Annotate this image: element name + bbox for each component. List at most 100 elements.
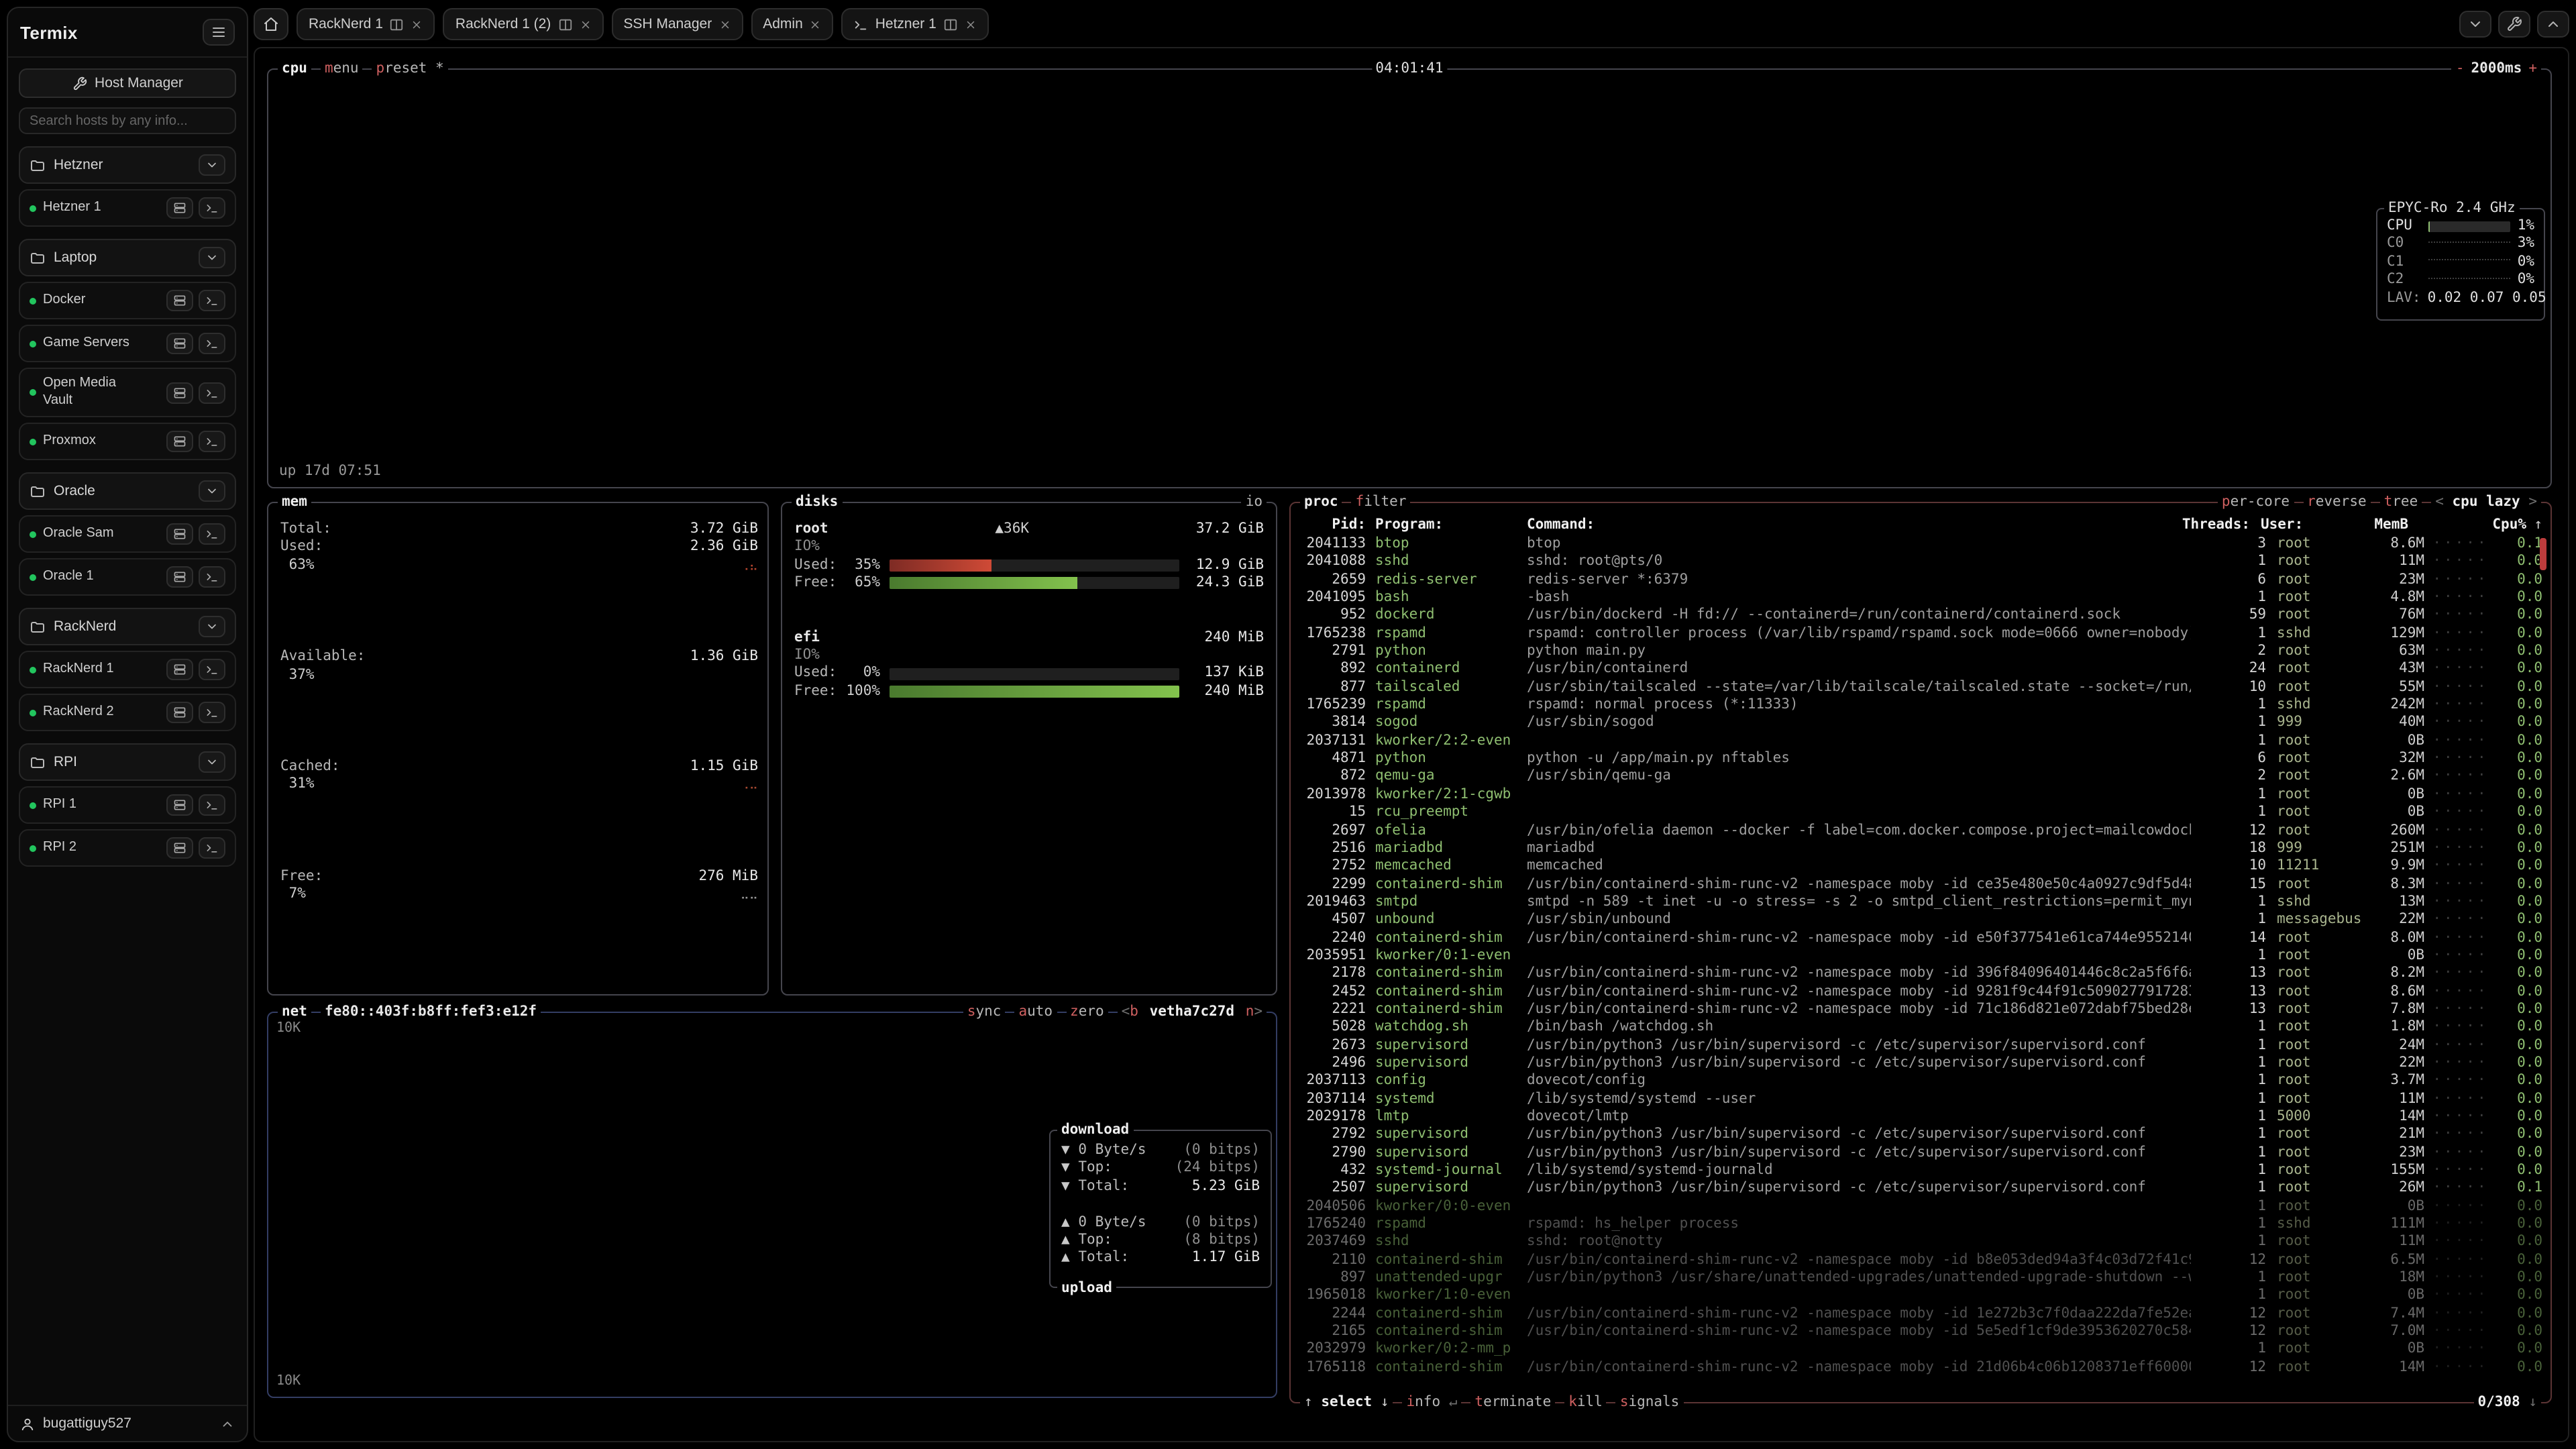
- proc-row[interactable]: 2013978kworker/2:1-cgwb1root0B·····0.0: [1299, 786, 2542, 804]
- proc-row[interactable]: 952dockerd/usr/bin/dockerd -H fd:// --co…: [1299, 607, 2542, 625]
- proc-row[interactable]: 2790supervisord/usr/bin/python3 /usr/bin…: [1299, 1144, 2542, 1162]
- host-stats-button[interactable]: [166, 659, 193, 680]
- proc-row[interactable]: 4507unbound/usr/sbin/unbound1messagebus2…: [1299, 911, 2542, 929]
- search-input[interactable]: [19, 107, 236, 134]
- threads-header[interactable]: Threads:: [2175, 517, 2250, 533]
- proc-reverse-toggle[interactable]: reverse: [2303, 494, 2371, 511]
- group-header-racknerd[interactable]: RackNerd: [19, 608, 236, 645]
- proc-kill-button[interactable]: kill: [1564, 1394, 1607, 1411]
- terminal-screen[interactable]: cpu menu preset * 04:01:41 -2000ms+ EPYC…: [254, 47, 2569, 1442]
- host-terminal-button[interactable]: [199, 290, 225, 311]
- proc-row[interactable]: 2507supervisord/usr/bin/python3 /usr/bin…: [1299, 1180, 2542, 1198]
- group-collapse-button[interactable]: [199, 247, 225, 268]
- program-header[interactable]: Program:: [1366, 517, 1516, 533]
- split-view-button[interactable]: [390, 17, 405, 32]
- group-collapse-button[interactable]: [199, 154, 225, 176]
- user-header[interactable]: User:: [2250, 517, 2352, 533]
- proc-row[interactable]: 872qemu-ga/usr/sbin/qemu-ga2root2.6M····…: [1299, 768, 2542, 786]
- interval-increase-button[interactable]: +: [2528, 60, 2537, 76]
- host-terminal-button[interactable]: [199, 837, 225, 859]
- proc-row[interactable]: 2035951kworker/0:1-even1root0B·····0.0: [1299, 947, 2542, 965]
- host-stats-button[interactable]: [166, 431, 193, 452]
- tab-close-button[interactable]: [411, 18, 423, 30]
- proc-select-control[interactable]: ↑ select ↓: [1300, 1394, 1393, 1411]
- command-header[interactable]: Command:: [1516, 517, 2175, 533]
- host-row-docker[interactable]: Docker: [19, 282, 236, 319]
- host-stats-button[interactable]: [166, 794, 193, 816]
- group-collapse-button[interactable]: [199, 480, 225, 502]
- net-interface-selector[interactable]: <b vetha7c27d n>: [1118, 1004, 1267, 1021]
- split-view-button[interactable]: [943, 17, 958, 32]
- host-terminal-button[interactable]: [199, 197, 225, 219]
- host-row-racknerd-1[interactable]: RackNerd 1: [19, 651, 236, 688]
- tab-close-button[interactable]: [965, 18, 977, 30]
- prev-interface-key[interactable]: b: [1130, 1004, 1138, 1020]
- proc-row[interactable]: 2037114systemd/lib/systemd/systemd --use…: [1299, 1090, 2542, 1108]
- interval-decrease-button[interactable]: -: [2456, 60, 2465, 76]
- collapse-tabs-button[interactable]: [2537, 11, 2569, 38]
- host-stats-button[interactable]: [166, 197, 193, 219]
- tab-racknerd-1-2[interactable]: RackNerd 1 (2): [443, 8, 603, 40]
- host-terminal-button[interactable]: [199, 523, 225, 545]
- host-row-oracle-sam[interactable]: Oracle Sam: [19, 515, 236, 553]
- tab-close-button[interactable]: [810, 18, 822, 30]
- proc-row[interactable]: 4871pythonpython -u /app/main.py nftable…: [1299, 750, 2542, 768]
- host-row-oracle-1[interactable]: Oracle 1: [19, 558, 236, 596]
- proc-row[interactable]: 2019463smtpdsmtpd -n 589 -t inet -u -o s…: [1299, 894, 2542, 912]
- proc-row[interactable]: 2041088sshdsshd: root@pts/01root11M·····…: [1299, 553, 2542, 572]
- user-menu[interactable]: bugattiguy527: [8, 1405, 247, 1441]
- host-row-open-media-vault[interactable]: Open Media Vault: [19, 368, 236, 417]
- proc-row[interactable]: 3814sogod/usr/sbin/sogod199940M·····0.0: [1299, 714, 2542, 733]
- proc-row[interactable]: 5028watchdog.sh/bin/bash /watchdog.sh1ro…: [1299, 1019, 2542, 1037]
- net-auto-button[interactable]: auto: [1014, 1004, 1057, 1021]
- proc-row[interactable]: 2516mariadbdmariadbd18999251M·····0.0: [1299, 840, 2542, 858]
- host-row-hetzner-1[interactable]: Hetzner 1: [19, 189, 236, 227]
- tab-close-button[interactable]: [718, 18, 731, 30]
- group-header-rpi[interactable]: RPI: [19, 743, 236, 781]
- host-terminal-button[interactable]: [199, 382, 225, 403]
- proc-row[interactable]: 897unattended-upgr/usr/bin/python3 /usr/…: [1299, 1269, 2542, 1287]
- host-terminal-button[interactable]: [199, 333, 225, 354]
- cpu-header[interactable]: Cpu%: [2481, 517, 2526, 533]
- proc-row[interactable]: 2029178lmtpdovecot/lmtp1500014M·····0.0: [1299, 1108, 2542, 1126]
- proc-row[interactable]: 892containerd/usr/bin/containerd24root43…: [1299, 661, 2542, 679]
- host-row-rpi-2[interactable]: RPI 2: [19, 829, 236, 867]
- host-stats-button[interactable]: [166, 837, 193, 859]
- proc-row[interactable]: 1965018kworker/1:0-even1root0B·····0.0: [1299, 1287, 2542, 1305]
- proc-row[interactable]: 2041095bash-bash1root4.8M·····0.0: [1299, 589, 2542, 607]
- host-terminal-button[interactable]: [199, 659, 225, 680]
- group-header-oracle[interactable]: Oracle: [19, 472, 236, 510]
- host-terminal-button[interactable]: [199, 431, 225, 452]
- host-stats-button[interactable]: [166, 523, 193, 545]
- proc-row[interactable]: 2165containerd-shim/usr/bin/containerd-s…: [1299, 1323, 2542, 1341]
- proc-row[interactable]: 2697ofelia/usr/bin/ofelia daemon --docke…: [1299, 822, 2542, 840]
- proc-row[interactable]: 2673supervisord/usr/bin/python3 /usr/bin…: [1299, 1036, 2542, 1055]
- proc-row[interactable]: 2659redis-serverredis-server *:63796root…: [1299, 571, 2542, 589]
- proc-per-core-toggle[interactable]: per-core: [2218, 494, 2294, 511]
- tab-admin[interactable]: Admin: [751, 8, 834, 40]
- host-stats-button[interactable]: [166, 290, 193, 311]
- proc-tree-toggle[interactable]: tree: [2380, 494, 2422, 511]
- host-row-game-servers[interactable]: Game Servers: [19, 325, 236, 362]
- host-row-proxmox[interactable]: Proxmox: [19, 423, 236, 460]
- proc-row[interactable]: 2110containerd-shim/usr/bin/containerd-s…: [1299, 1252, 2542, 1270]
- proc-scrollbar[interactable]: [2540, 538, 2546, 570]
- host-stats-button[interactable]: [166, 566, 193, 588]
- pid-header[interactable]: Pid:: [1299, 517, 1366, 533]
- proc-info-button[interactable]: info ↵: [1403, 1394, 1462, 1411]
- proc-row[interactable]: 2221containerd-shim/usr/bin/containerd-s…: [1299, 1001, 2542, 1019]
- proc-row[interactable]: 2791pythonpython main.py2root63M·····0.0: [1299, 643, 2542, 661]
- proc-row[interactable]: 2240containerd-shim/usr/bin/containerd-s…: [1299, 929, 2542, 947]
- tab-ssh-manager[interactable]: SSH Manager: [611, 8, 743, 40]
- proc-row[interactable]: 2244containerd-shim/usr/bin/containerd-s…: [1299, 1305, 2542, 1324]
- home-button[interactable]: [254, 8, 288, 40]
- tab-hetzner-1[interactable]: Hetzner 1: [842, 8, 989, 40]
- proc-row[interactable]: 1765238rspamdrspamd: controller process …: [1299, 625, 2542, 643]
- proc-row[interactable]: 1765118containerd-shim/usr/bin/container…: [1299, 1359, 2542, 1377]
- proc-row[interactable]: 2041133btopbtop3root8.6M·····0.1: [1299, 535, 2542, 553]
- proc-row[interactable]: 2792supervisord/usr/bin/python3 /usr/bin…: [1299, 1126, 2542, 1144]
- proc-row[interactable]: 2032979kworker/0:2-mm_p1root0B·····0.0: [1299, 1341, 2542, 1359]
- group-collapse-button[interactable]: [199, 751, 225, 773]
- proc-row[interactable]: 1765240rspamdrspamd: hs_helper process1s…: [1299, 1216, 2542, 1234]
- host-terminal-button[interactable]: [199, 566, 225, 588]
